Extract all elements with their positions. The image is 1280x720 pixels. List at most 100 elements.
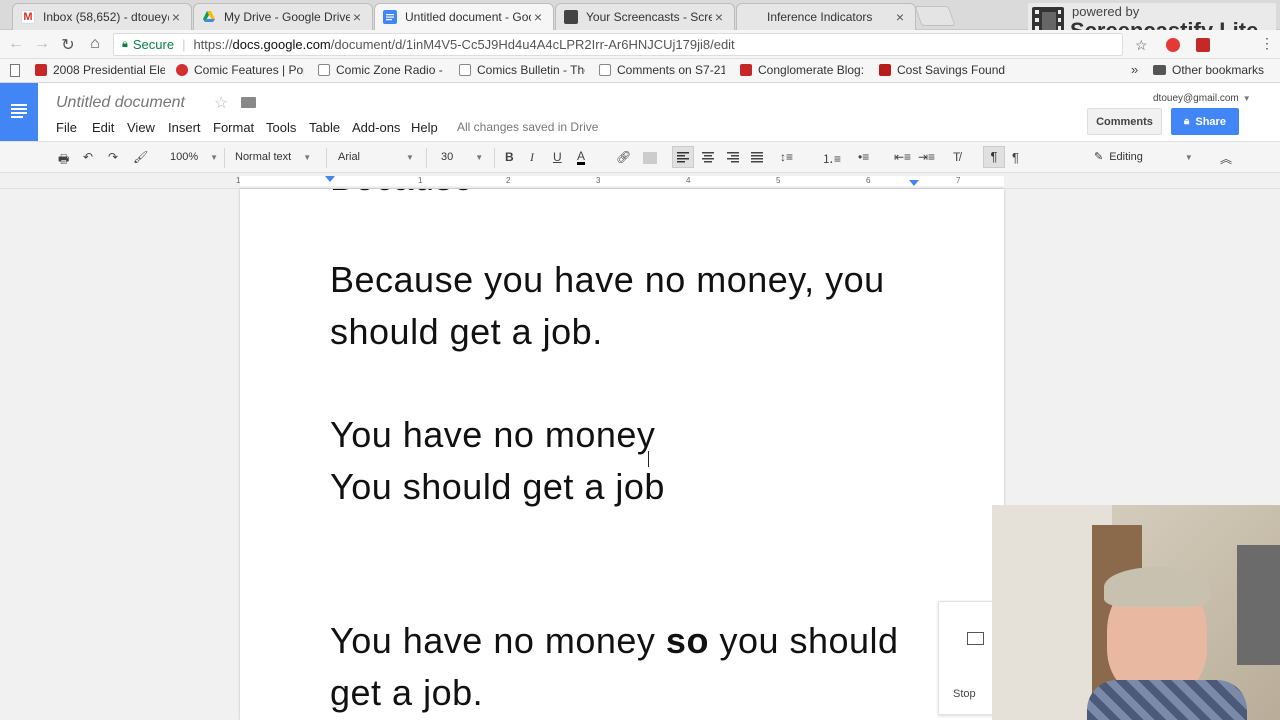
- tab-drive[interactable]: My Drive - Google Drive ×: [193, 3, 373, 30]
- comments-button[interactable]: Comments: [1087, 108, 1162, 135]
- bold-icon[interactable]: B: [505, 150, 514, 164]
- film-icon: [564, 10, 578, 24]
- menu-format[interactable]: Format: [213, 120, 254, 135]
- forward-icon[interactable]: →: [32, 35, 52, 53]
- menu-tools[interactable]: Tools: [266, 120, 296, 135]
- text-cursor-icon: [648, 451, 649, 467]
- home-icon[interactable]: ⌂: [85, 35, 105, 53]
- paint-format-icon[interactable]: 🖌︎: [133, 150, 148, 164]
- bookmark-item[interactable]: Comics Bulletin - The: [459, 63, 585, 77]
- align-left-icon[interactable]: [672, 146, 694, 168]
- document-line: Because: [330, 189, 474, 199]
- menu-table[interactable]: Table: [309, 120, 340, 135]
- close-icon[interactable]: ×: [169, 9, 183, 25]
- star-icon[interactable]: ☆: [214, 93, 228, 113]
- right-indent-handle[interactable]: [909, 180, 919, 186]
- save-status[interactable]: All changes saved in Drive: [457, 120, 598, 134]
- text-color-icon[interactable]: A: [577, 150, 586, 165]
- tab-title: Your Screencasts - Scree: [586, 10, 712, 24]
- folder-icon: [1153, 65, 1166, 75]
- redo-icon[interactable]: ↷: [108, 150, 118, 164]
- share-button[interactable]: 🔒︎ Share: [1171, 108, 1239, 135]
- close-icon[interactable]: ×: [350, 9, 364, 25]
- folder-icon[interactable]: [241, 97, 256, 108]
- bookmark-item[interactable]: Comic Zone Radio - F: [318, 63, 444, 77]
- italic-icon[interactable]: I: [530, 150, 534, 165]
- tab-title: Inference Indicators: [767, 10, 873, 24]
- tab-screencasts[interactable]: Your Screencasts - Scree ×: [555, 3, 735, 30]
- ruler-number: 7: [956, 176, 961, 185]
- tab-gmail[interactable]: M Inbox (58,652) - dtouey@ ×: [12, 3, 192, 30]
- star-icon[interactable]: ☆: [1135, 37, 1148, 54]
- tab-inference[interactable]: Inference Indicators ×: [736, 3, 916, 30]
- menu-insert[interactable]: Insert: [168, 120, 201, 135]
- comment-icon[interactable]: [643, 152, 657, 164]
- bookmark-item[interactable]: Cost Savings Found: [879, 63, 1007, 77]
- clear-formatting-icon[interactable]: T̸: [953, 150, 960, 164]
- undo-icon[interactable]: ↶: [83, 150, 93, 164]
- close-icon[interactable]: ×: [893, 9, 907, 25]
- print-icon[interactable]: 🖶︎: [58, 150, 69, 171]
- extension-icon[interactable]: [1166, 38, 1180, 52]
- document-title[interactable]: Untitled document: [56, 94, 185, 112]
- menu-view[interactable]: View: [127, 120, 155, 135]
- blog-icon: [740, 64, 752, 76]
- link-icon[interactable]: 🔗︎: [616, 150, 631, 164]
- more-bookmarks-icon[interactable]: »: [1131, 62, 1138, 77]
- ltr-icon[interactable]: ¶: [983, 146, 1005, 168]
- account-email[interactable]: dtouey@gmail.com ▼: [1153, 93, 1251, 104]
- ruler: 1 1 2 3 4 5 6 7: [0, 173, 1280, 189]
- justify-icon[interactable]: [747, 147, 767, 170]
- ruler-number: 6: [866, 176, 871, 185]
- divider: [494, 148, 495, 168]
- style-select[interactable]: Normal text ▼: [235, 151, 311, 163]
- address-bar-row: ← → ↻ ⌂ 🔒︎ Secure | https://docs.google.…: [0, 30, 1280, 59]
- extension-icon[interactable]: [1196, 38, 1210, 52]
- align-right-icon[interactable]: [723, 147, 743, 170]
- other-bookmarks[interactable]: Other bookmarks: [1153, 63, 1264, 77]
- close-icon[interactable]: ×: [712, 9, 726, 25]
- new-tab-button[interactable]: [914, 6, 956, 26]
- menu-file[interactable]: File: [56, 120, 77, 135]
- align-center-icon[interactable]: [698, 147, 718, 170]
- divider: [224, 148, 225, 168]
- reload-icon[interactable]: ↻: [58, 35, 78, 55]
- back-icon[interactable]: ←: [6, 35, 26, 53]
- numbered-list-icon[interactable]: ⒈≡: [822, 150, 841, 167]
- increase-indent-icon[interactable]: ⇥≡: [918, 150, 935, 164]
- font-size-select[interactable]: 30 ▼: [441, 151, 483, 163]
- menu-edit[interactable]: Edit: [92, 120, 114, 135]
- menu-help[interactable]: Help: [411, 120, 438, 135]
- bookmark-item[interactable]: Comments on S7-21-: [599, 63, 725, 77]
- bulleted-list-icon[interactable]: •≡: [858, 150, 869, 164]
- editing-mode-select[interactable]: ✎ Editing ▼: [1094, 150, 1193, 163]
- underline-icon[interactable]: U: [553, 150, 562, 164]
- font-select[interactable]: Arial ▼: [338, 151, 414, 163]
- camera-toggle-icon[interactable]: [967, 632, 984, 645]
- gmail-icon: M: [21, 10, 35, 24]
- rtl-icon[interactable]: ¶: [1012, 150, 1019, 165]
- bookmark-item[interactable]: 2008 Presidential Ele: [35, 63, 165, 77]
- stop-button[interactable]: Stop: [953, 688, 976, 700]
- ruler-strip: [240, 176, 1004, 186]
- zoom-select[interactable]: 100% ▼: [170, 151, 218, 163]
- document-line: should get a job.: [330, 311, 603, 352]
- collapse-icon[interactable]: ︽: [1220, 150, 1232, 167]
- menu-icon[interactable]: ⋮: [1260, 35, 1274, 52]
- lock-icon: 🔒︎: [1184, 116, 1190, 127]
- line-spacing-icon[interactable]: ↕≡: [780, 150, 793, 164]
- bookmark-item[interactable]: Comic Features | Pop: [176, 63, 304, 77]
- left-indent-handle[interactable]: [325, 176, 335, 182]
- bookmark-item[interactable]: Conglomerate Blog: E: [740, 63, 868, 77]
- omnibox[interactable]: 🔒︎ Secure | https://docs.google.com/docu…: [113, 33, 1123, 56]
- close-icon[interactable]: ×: [531, 9, 545, 25]
- docs-home-icon[interactable]: [0, 83, 38, 141]
- document-line: You should get a job: [330, 466, 665, 507]
- apps-page-icon[interactable]: [10, 64, 20, 77]
- menu-addons[interactable]: Add-ons: [352, 120, 400, 135]
- decrease-indent-icon[interactable]: ⇤≡: [894, 150, 911, 164]
- comic-icon: [176, 64, 188, 76]
- tab-docs[interactable]: Untitled document - Goo ×: [374, 3, 554, 30]
- document-page[interactable]: Because Because you have no money, you s…: [240, 189, 1004, 720]
- recording-panel: Stop: [938, 601, 993, 715]
